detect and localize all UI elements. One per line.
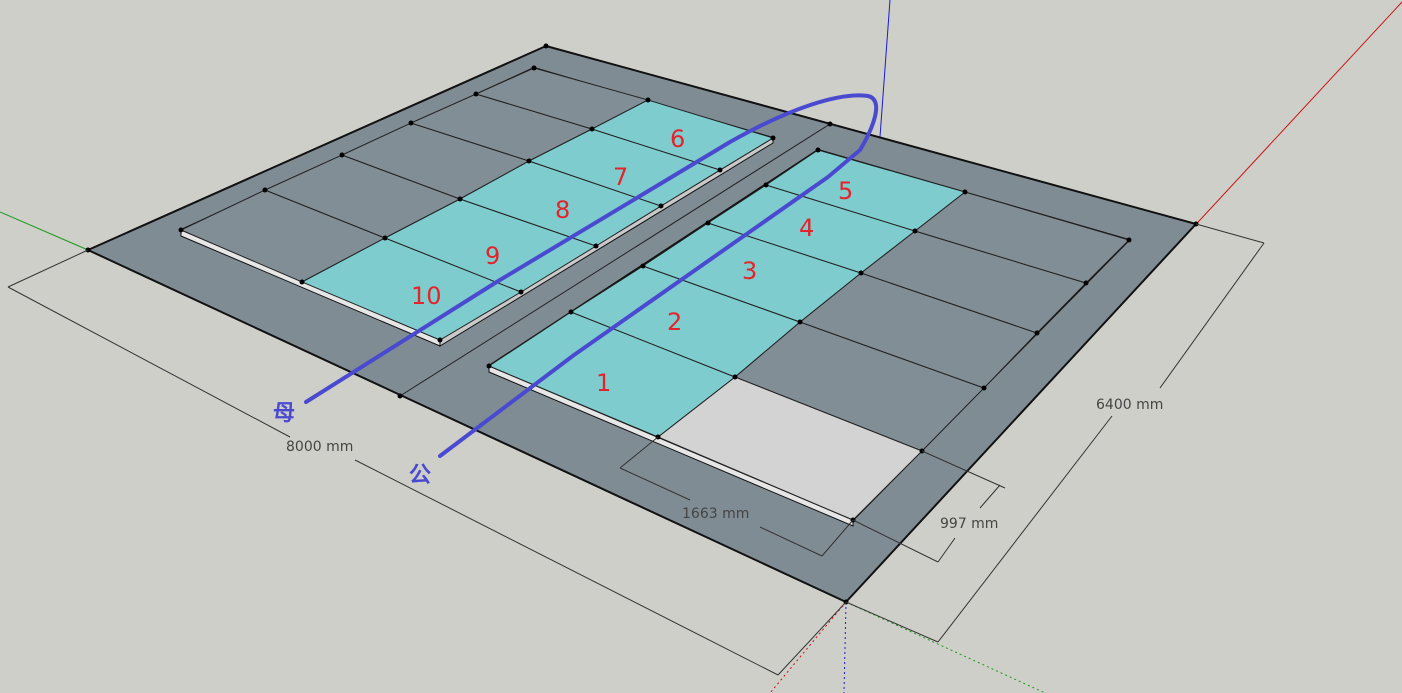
panel-number-7: 7	[613, 163, 628, 191]
panel-number-10: 10	[411, 282, 442, 310]
panel-number-8: 8	[555, 196, 570, 224]
panel-number-5: 5	[838, 177, 853, 205]
dimension-label-width: 8000 mm	[286, 439, 353, 455]
dimension-label-depth: 6400 mm	[1096, 397, 1163, 413]
red-axis-negative	[769, 601, 847, 693]
male-connector-label: 公	[409, 463, 431, 488]
dimension-label-panel-width: 997 mm	[940, 516, 998, 532]
green-axis-negative	[845, 601, 1046, 693]
panel-number-9: 9	[485, 242, 500, 270]
panel-number-6: 6	[670, 125, 685, 153]
green-axis	[0, 211, 89, 251]
female-connector-label: 母	[273, 401, 295, 426]
panel-number-1: 1	[596, 369, 611, 397]
blue-axis-negative	[843, 601, 847, 693]
dimension-label-panel-length: 1663 mm	[682, 506, 749, 522]
panel-number-3: 3	[742, 257, 757, 285]
sketchup-viewport[interactable]: 8000 mm 6400 mm 1663 mm 997 mm 1 2 3 4 5…	[0, 0, 1402, 693]
panel-number-2: 2	[667, 308, 682, 336]
panel-number-4: 4	[799, 214, 814, 242]
